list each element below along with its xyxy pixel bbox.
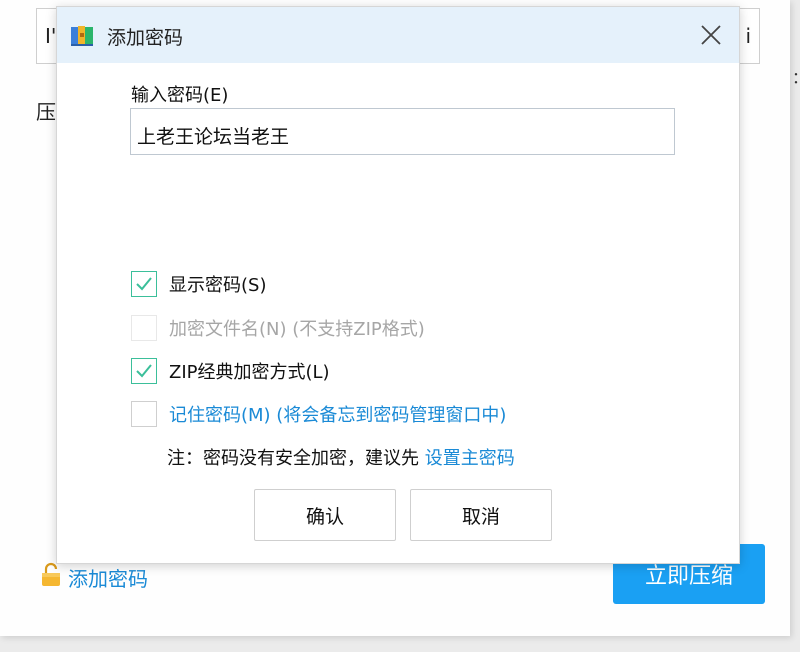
checkmark-icon <box>136 364 152 378</box>
background-compress-label: 压 <box>36 100 56 124</box>
add-password-link[interactable]: 添加密码 <box>38 562 148 592</box>
password-input[interactable] <box>130 108 675 155</box>
zip-classic-encryption-label: ZIP经典加密方式(L) <box>169 362 330 383</box>
background-input-text-end: i <box>745 24 751 48</box>
password-label: 输入密码(E) <box>131 85 229 106</box>
show-password-option[interactable]: 显示密码(S) <box>131 271 266 297</box>
screen: I' i 压 ： 添加密码 立即压缩 <box>0 0 800 652</box>
encrypt-filenames-checkbox <box>131 315 157 341</box>
zip-classic-encryption-option[interactable]: ZIP经典加密方式(L) <box>131 358 330 384</box>
show-password-checkbox[interactable] <box>131 271 157 297</box>
security-note-text: 注：密码没有安全加密，建议先 <box>167 448 425 469</box>
add-password-dialog: 添加密码 输入密码(E) 显示密码(S) 加密文件名(N) (不支持ZIP格式) <box>56 6 740 564</box>
background-input-text: I' <box>45 24 57 48</box>
confirm-button[interactable]: 确认 <box>254 489 396 541</box>
zip-classic-encryption-checkbox[interactable] <box>131 358 157 384</box>
archive-app-icon <box>70 24 96 52</box>
remember-password-label: 记住密码(M) (将会备忘到密码管理窗口中) <box>169 405 507 426</box>
remember-password-checkbox[interactable] <box>131 401 157 427</box>
dialog-titlebar: 添加密码 <box>57 7 739 63</box>
cancel-button[interactable]: 取消 <box>410 489 552 541</box>
dialog-title: 添加密码 <box>107 27 184 49</box>
set-master-password-link[interactable]: 设置主密码 <box>425 448 515 469</box>
background-edge-text: ： <box>792 64 800 88</box>
checkmark-icon <box>136 277 152 291</box>
security-note: 注：密码没有安全加密，建议先 设置主密码 <box>167 444 515 470</box>
close-icon[interactable] <box>697 21 725 49</box>
encrypt-filenames-option: 加密文件名(N) (不支持ZIP格式) <box>131 315 425 341</box>
show-password-label: 显示密码(S) <box>169 275 267 296</box>
remember-password-option[interactable]: 记住密码(M) (将会备忘到密码管理窗口中) <box>131 401 506 427</box>
lock-icon <box>38 562 64 592</box>
add-password-label: 添加密码 <box>68 566 148 591</box>
encrypt-filenames-label: 加密文件名(N) (不支持ZIP格式) <box>169 319 425 340</box>
